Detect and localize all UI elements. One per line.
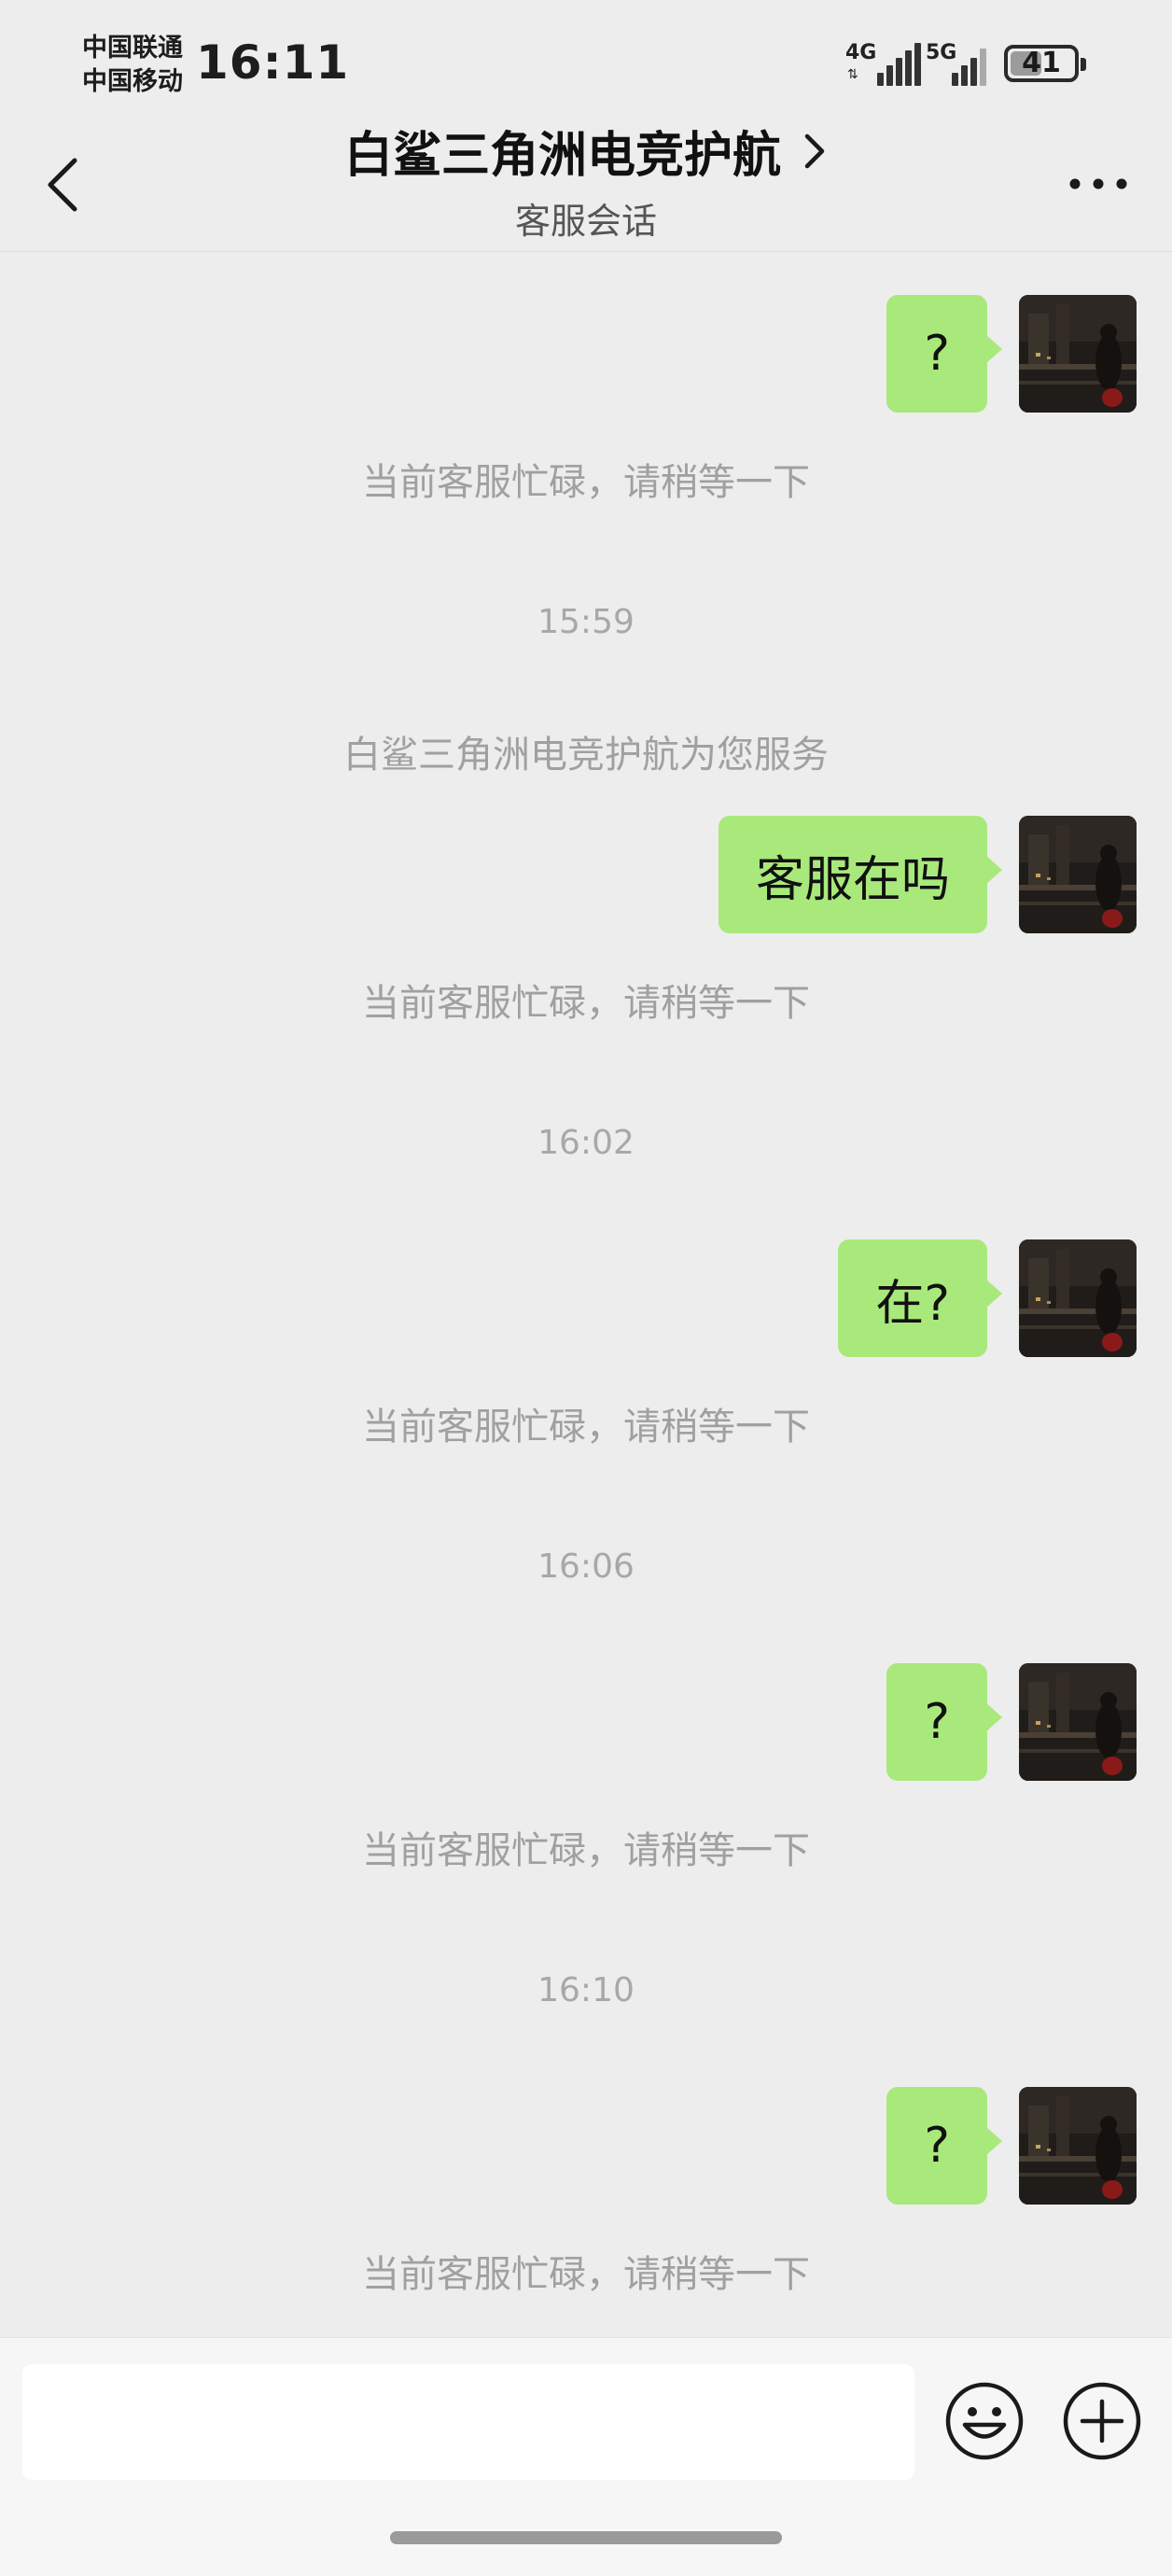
chat-subtitle: 客服会话 (514, 201, 657, 242)
avatar[interactable] (1019, 295, 1137, 413)
system-notice: 白鲨三角洲电竞护航为您服务 (343, 734, 829, 777)
plus-circle-icon (1063, 2382, 1141, 2460)
system-notice: 当前客服忙碌，请稍等一下 (362, 461, 810, 504)
smiley-face-icon (945, 2382, 1024, 2460)
message-timestamp: 16:06 (537, 1547, 635, 1586)
avatar[interactable] (1019, 2087, 1137, 2205)
chat-title[interactable]: 白鲨三角洲电竞护航 (344, 116, 781, 186)
signal-4g-icon: 4G ⇅ (845, 41, 929, 88)
message-bubble[interactable]: ? (886, 295, 1002, 413)
battery-level: 41 (1022, 47, 1061, 79)
message-timestamp: 16:10 (537, 1971, 635, 2009)
system-notice: 当前客服忙碌，请稍等一下 (362, 982, 810, 1025)
more-button[interactable] (1066, 151, 1131, 217)
chat-header: 白鲨三角洲电竞护航 客服会话 (0, 112, 1172, 252)
signal-bars-icon (877, 41, 924, 86)
carrier-1-label: 中国联通 (82, 34, 183, 63)
avatar-image (1019, 1239, 1137, 1357)
message-timestamp: 16:02 (537, 1124, 635, 1162)
input-bar (0, 2337, 1172, 2501)
message-bubble[interactable]: 客服在吗 (718, 816, 1003, 933)
avatar-image (1019, 1663, 1137, 1781)
status-time: 16:11 (196, 35, 350, 90)
avatar[interactable] (1019, 1663, 1137, 1781)
status-bar: 中国联通 中国移动 16:11 4G ⇅ 5G 41 (0, 0, 1172, 131)
message-bubble[interactable]: ? (886, 2087, 1002, 2205)
avatar[interactable] (1019, 816, 1137, 933)
carrier-labels: 中国联通 中国移动 (82, 32, 183, 99)
message-timestamp: 15:59 (537, 603, 635, 641)
carrier-2-label: 中国移动 (82, 67, 183, 96)
home-indicator[interactable] (390, 2531, 782, 2544)
emoji-button[interactable] (944, 2381, 1025, 2461)
system-notice: 当前客服忙碌，请稍等一下 (362, 1406, 810, 1449)
signal-bars-icon (952, 41, 998, 86)
outgoing-message: ? (886, 2087, 1137, 2205)
more-horizontal-icon (1069, 178, 1127, 189)
message-input[interactable] (22, 2364, 914, 2480)
avatar-image (1019, 295, 1137, 413)
system-notice: 当前客服忙碌，请稍等一下 (362, 1829, 810, 1872)
message-bubble[interactable]: ? (886, 1663, 1002, 1781)
avatar-image (1019, 816, 1137, 933)
signal-4g-label: 4G (845, 41, 877, 64)
outgoing-message: 客服在吗 (718, 816, 1137, 933)
avatar-image (1019, 2087, 1137, 2205)
home-indicator-area (0, 2501, 1172, 2576)
message-list[interactable]: ? 当前客服忙碌，请稍等一下 15:59 白鲨三角洲电竞护航为您服务 客服在吗 (0, 252, 1172, 2337)
plus-button[interactable] (1062, 2381, 1142, 2461)
message-bubble[interactable]: 在? (838, 1239, 1002, 1357)
chevron-right-icon[interactable] (800, 131, 828, 172)
outgoing-message: ? (886, 1663, 1137, 1781)
outgoing-message: 在? (838, 1239, 1137, 1357)
chat-title-container[interactable]: 白鲨三角洲电竞护航 (0, 116, 1172, 186)
battery-icon: 41 (1004, 45, 1086, 82)
data-arrows-icon: ⇅ (847, 67, 858, 82)
outgoing-message: ? (886, 295, 1137, 413)
signal-5g-icon: 5G (926, 41, 993, 88)
system-notice: 当前客服忙碌，请稍等一下 (362, 2253, 810, 2296)
avatar[interactable] (1019, 1239, 1137, 1357)
